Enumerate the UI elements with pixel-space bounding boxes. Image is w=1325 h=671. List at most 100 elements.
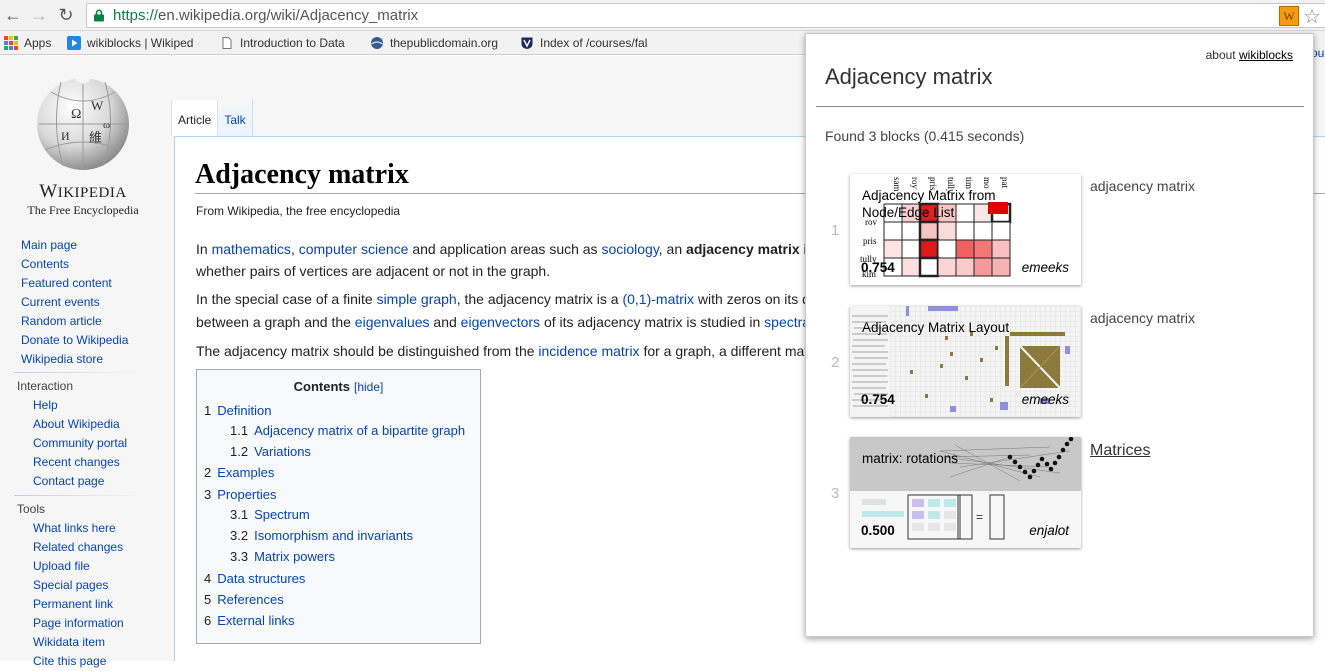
thumbnail-title: Adjacency Matrix from Node/Edge List (862, 188, 996, 220)
sidebar-item-featured-content[interactable]: Featured content (21, 274, 128, 293)
lock-icon (94, 9, 104, 22)
play-icon (67, 36, 81, 50)
block-author: emeeks (1021, 260, 1069, 275)
sidebar-item-recent-changes[interactable]: Recent changes (33, 453, 127, 472)
link-eigenvectors[interactable]: eigenvectors (461, 314, 540, 330)
bookmark-courses-index[interactable]: Index of /courses/fal (520, 35, 647, 51)
result-rank: 3 (831, 485, 840, 502)
table-of-contents: Contents [hide] 1 Definition 1.1 Adjacency … (196, 369, 481, 644)
sidebar-tools: What links here Related changes Upload f… (33, 519, 124, 671)
toc-item[interactable]: 1.1 Adjacency matrix of a bipartite graph (230, 423, 465, 438)
wikipedia-logo[interactable]: Ω W И 維 ω WIKIPEDIA The Free Encyclopedi… (18, 66, 148, 217)
block-author: enjalot (1029, 523, 1069, 538)
result-item: 3 = matrix: rotations 0.500 enjalot Matr… (806, 437, 1315, 549)
results-count: Found 3 blocks (0.415 seconds) (825, 128, 1025, 144)
link-incidence-matrix[interactable]: incidence matrix (538, 343, 639, 359)
sidebar-item-wikidata-item[interactable]: Wikidata item (33, 633, 124, 652)
thumbnail-title: matrix: rotations (862, 451, 959, 466)
result-label[interactable]: Matrices (1090, 442, 1150, 460)
popup-divider (816, 106, 1304, 107)
toc-item[interactable]: 1 Definition (204, 403, 271, 418)
sidebar-item-random-article[interactable]: Random article (21, 312, 128, 331)
toc-item[interactable]: 3.2 Isomorphism and invariants (230, 528, 413, 543)
puzzle-globe-icon: Ω W И 維 ω (37, 74, 129, 170)
sidebar-heading-tools: Tools (17, 502, 46, 516)
back-arrow-icon[interactable]: ← (2, 4, 24, 26)
sidebar-item-about-wikipedia[interactable]: About Wikipedia (33, 415, 127, 434)
toc-hide-link[interactable]: [hide] (354, 380, 383, 394)
bookmark-star-icon[interactable]: ☆ (1303, 4, 1321, 29)
sidebar-divider (14, 372, 144, 373)
globe-favicon-icon (371, 37, 383, 49)
toc-item[interactable]: 4 Data structures (204, 571, 305, 586)
sidebar-heading-interaction: Interaction (17, 379, 74, 393)
sidebar-item-contents[interactable]: Contents (21, 255, 128, 274)
result-label[interactable]: adjacency matrix (1090, 310, 1195, 326)
page-icon (222, 37, 232, 49)
wikiblocks-extension-icon[interactable]: W (1279, 6, 1299, 26)
bookmark-apps[interactable]: Apps (4, 35, 51, 51)
svg-text:И: И (61, 129, 70, 143)
toc-item[interactable]: 5 References (204, 592, 284, 607)
sidebar-item-main-page[interactable]: Main page (21, 236, 128, 255)
sidebar-item-special-pages[interactable]: Special pages (33, 576, 124, 595)
matrix-row-label: pris (863, 236, 877, 246)
article-tagline: From Wikipedia, the free encyclopedia (196, 204, 401, 218)
wikiblocks-popup: about wikiblocks Adjacency matrix Found … (805, 33, 1314, 637)
sidebar-item-what-links-here[interactable]: What links here (33, 519, 124, 538)
svg-text:維: 維 (89, 130, 102, 145)
sidebar-item-store[interactable]: Wikipedia store (21, 350, 128, 369)
about-wikiblocks-link[interactable]: wikiblocks (1239, 48, 1293, 62)
link-mathematics[interactable]: mathematics (212, 241, 291, 257)
toc-item[interactable]: 3.3 Matrix powers (230, 549, 335, 564)
sidebar-item-current-events[interactable]: Current events (21, 293, 128, 312)
reload-icon[interactable]: ↻ (55, 4, 77, 26)
sidebar-item-permanent-link[interactable]: Permanent link (33, 595, 124, 614)
paragraph-3: The adjacency matrix should be distingui… (196, 343, 809, 359)
bookmark-intro-data[interactable]: Introduction to Data (220, 35, 345, 51)
tab-article[interactable]: Article (171, 100, 219, 136)
sidebar-item-help[interactable]: Help (33, 396, 127, 415)
link-eigenvalues[interactable]: eigenvalues (355, 314, 430, 330)
sidebar-item-donate[interactable]: Donate to Wikipedia (21, 331, 128, 350)
sidebar-item-cite-this-page[interactable]: Cite this page (33, 652, 124, 671)
link-computer-science[interactable]: computer science (299, 241, 409, 257)
sidebar-divider (14, 495, 144, 496)
toc-item[interactable]: 2 Examples (204, 465, 274, 480)
apps-grid-icon (4, 36, 18, 50)
link-simple-graph[interactable]: simple graph (377, 291, 457, 307)
wikipedia-tagline: The Free Encyclopedia (27, 203, 139, 217)
shield-favicon-icon (521, 37, 533, 49)
bookmark-publicdomain[interactable]: thepublicdomain.org (370, 35, 498, 51)
link-sociology[interactable]: sociology (601, 241, 658, 257)
relevance-score: 0.754 (861, 260, 895, 275)
toc-item[interactable]: 3 Properties (204, 487, 276, 502)
address-bar[interactable]: https://en.wikipedia.org/wiki/Adjacency_… (86, 3, 1325, 28)
forward-arrow-icon[interactable]: → (28, 4, 50, 26)
svg-text:Ω: Ω (71, 107, 81, 122)
result-label[interactable]: adjacency matrix (1090, 178, 1195, 194)
link-spectral[interactable]: spectra (764, 314, 810, 330)
toc-item[interactable]: 6 External links (204, 613, 295, 628)
page-tabs: Article Talk (171, 100, 253, 136)
bookmark-wikiblocks[interactable]: wikiblocks | Wikiped (67, 35, 193, 51)
svg-text:=: = (976, 510, 983, 524)
sidebar-item-page-information[interactable]: Page information (33, 614, 124, 633)
result-thumbnail[interactable]: Adjacency Matrix Layout 0.754 emeeks (850, 306, 1081, 417)
sidebar-item-related-changes[interactable]: Related changes (33, 538, 124, 557)
result-thumbnail[interactable]: = matrix: rotations 0.500 enjalot (850, 437, 1081, 548)
toc-item[interactable]: 1.2 Variations (230, 444, 311, 459)
sidebar-item-contact-page[interactable]: Contact page (33, 472, 127, 491)
svg-text:ω: ω (103, 119, 110, 131)
tab-talk[interactable]: Talk (218, 100, 253, 136)
popup-title: Adjacency matrix (825, 64, 993, 89)
sidebar-item-community-portal[interactable]: Community portal (33, 434, 127, 453)
toc-item[interactable]: 3.1 Spectrum (230, 507, 310, 522)
link-01-matrix[interactable]: (0,1)-matrix (622, 291, 694, 307)
paragraph-2-line-1: In the special case of a finite simple g… (196, 291, 810, 307)
sidebar-item-upload-file[interactable]: Upload file (33, 557, 124, 576)
result-thumbnail[interactable]: rov pris tully kim sam roy pris tully ti… (850, 174, 1081, 285)
block-author: emeeks (1021, 392, 1069, 407)
browser-toolbar: ← → ↻ https://en.wikipedia.org/wiki/Adja… (0, 0, 1325, 31)
paragraph-1-line-1: In mathematics, computer science and app… (196, 241, 808, 257)
